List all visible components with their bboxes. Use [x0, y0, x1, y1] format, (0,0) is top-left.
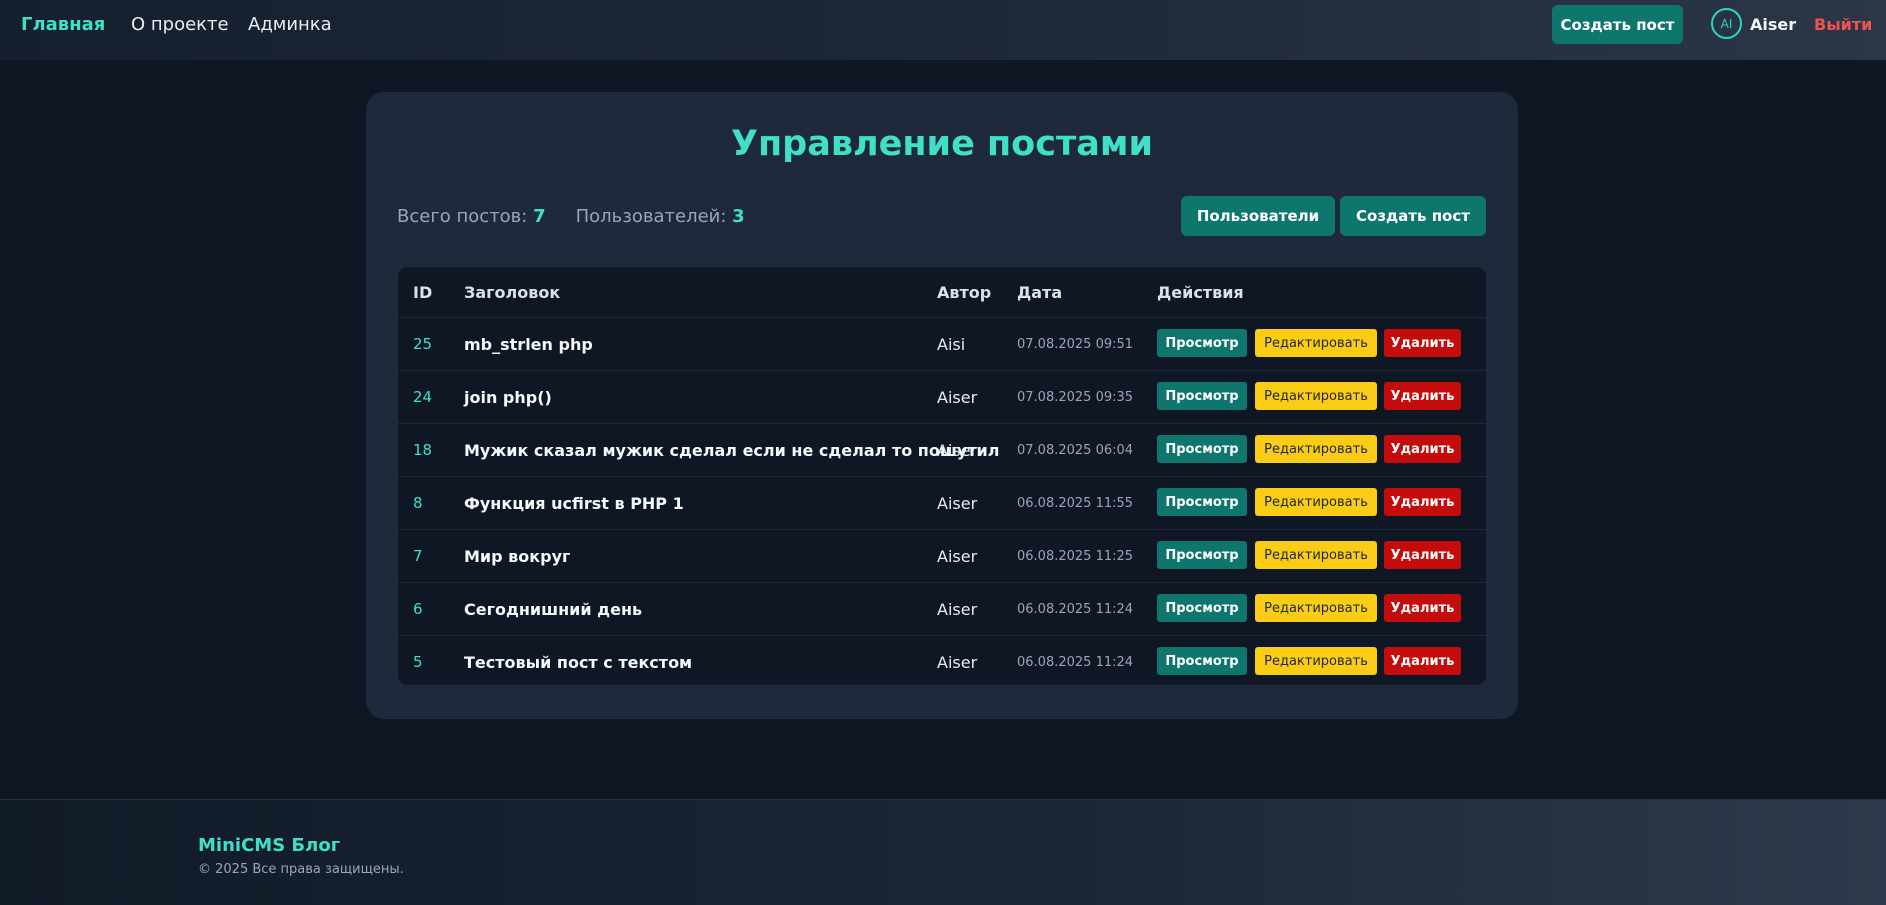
post-author: Aisi — [937, 335, 966, 354]
post-date: 06.08.2025 11:24 — [1017, 655, 1134, 670]
posts-management-card: Управление постами Всего постов: 7 Польз… — [366, 92, 1518, 719]
header-date: Дата — [1017, 283, 1063, 302]
username[interactable]: Aiser — [1750, 15, 1796, 34]
view-button[interactable]: Просмотр — [1157, 435, 1247, 463]
posts-count-label: Всего постов: — [397, 206, 528, 227]
post-title: mb_strlen php — [464, 335, 593, 354]
post-id: 6 — [413, 600, 423, 618]
post-title: Мир вокруг — [464, 547, 571, 566]
create-post-card-button[interactable]: Создать пост — [1340, 196, 1486, 236]
view-button[interactable]: Просмотр — [1157, 541, 1247, 569]
post-date: 07.08.2025 06:04 — [1017, 443, 1134, 458]
post-author: Aiser — [937, 600, 978, 619]
users-button[interactable]: Пользователи — [1181, 196, 1335, 236]
posts-table: ID Заголовок Автор Дата Действия 25 mb_s… — [398, 267, 1486, 685]
nav-link-about[interactable]: О проекте — [131, 14, 229, 35]
post-id: 24 — [413, 388, 433, 406]
avatar[interactable]: AI — [1711, 8, 1742, 39]
table-row: 8 Функция ucfirst в PHP 1 Aiser 06.08.20… — [398, 476, 1486, 529]
edit-button[interactable]: Редактировать — [1255, 647, 1377, 675]
users-count-value: 3 — [732, 206, 745, 227]
post-author: Aiser — [937, 653, 978, 672]
top-navbar: Главная О проекте Админка Создать пост A… — [0, 0, 1886, 60]
post-title: Сегоднишний день — [464, 600, 643, 619]
logout-link[interactable]: Выйти — [1814, 15, 1872, 34]
table-row: 6 Сегоднишний день Aiser 06.08.2025 11:2… — [398, 582, 1486, 635]
header-id: ID — [413, 283, 433, 302]
posts-count: Всего постов: 7 — [397, 206, 546, 227]
post-date: 06.08.2025 11:25 — [1017, 549, 1134, 564]
page-title: Управление постами — [731, 124, 1153, 164]
edit-button[interactable]: Редактировать — [1255, 594, 1377, 622]
view-button[interactable]: Просмотр — [1157, 382, 1247, 410]
edit-button[interactable]: Редактировать — [1255, 382, 1377, 410]
stats-bar: Всего постов: 7 Пользователей: 3 — [397, 206, 745, 227]
create-post-button[interactable]: Создать пост — [1552, 5, 1683, 44]
edit-button[interactable]: Редактировать — [1255, 541, 1377, 569]
post-title: Мужик сказал мужик сделал если не сделал… — [464, 441, 1000, 460]
edit-button[interactable]: Редактировать — [1255, 435, 1377, 463]
header-title: Заголовок — [464, 283, 561, 302]
delete-button[interactable]: Удалить — [1384, 435, 1461, 463]
post-id: 18 — [413, 441, 433, 459]
nav-link-home[interactable]: Главная — [21, 14, 105, 35]
nav-link-admin[interactable]: Админка — [248, 14, 332, 35]
view-button[interactable]: Просмотр — [1157, 329, 1247, 357]
delete-button[interactable]: Удалить — [1384, 647, 1461, 675]
posts-count-value: 7 — [533, 206, 546, 227]
table-row: 5 Тестовый пост с текстом Aiser 06.08.20… — [398, 635, 1486, 685]
table-row: 24 join php() Aiser 07.08.2025 09:35 Про… — [398, 370, 1486, 423]
table-row: 7 Мир вокруг Aiser 06.08.2025 11:25 Прос… — [398, 529, 1486, 582]
post-date: 07.08.2025 09:35 — [1017, 390, 1134, 405]
delete-button[interactable]: Удалить — [1384, 488, 1461, 516]
post-title: Функция ucfirst в PHP 1 — [464, 494, 684, 513]
delete-button[interactable]: Удалить — [1384, 541, 1461, 569]
view-button[interactable]: Просмотр — [1157, 647, 1247, 675]
post-date: 07.08.2025 09:51 — [1017, 337, 1134, 352]
table-row: 25 mb_strlen php Aisi 07.08.2025 09:51 П… — [398, 317, 1486, 370]
table-row: 18 Мужик сказал мужик сделал если не сде… — [398, 423, 1486, 476]
post-id: 8 — [413, 494, 423, 512]
post-author: Aiser — [937, 388, 978, 407]
post-date: 06.08.2025 11:55 — [1017, 496, 1134, 511]
delete-button[interactable]: Удалить — [1384, 329, 1461, 357]
users-count-label: Пользователей: — [575, 206, 727, 227]
delete-button[interactable]: Удалить — [1384, 382, 1461, 410]
post-date: 06.08.2025 11:24 — [1017, 602, 1134, 617]
post-title: Тестовый пост с текстом — [464, 653, 693, 672]
footer: MiniCMS Блог © 2025 Все права защищены. — [0, 799, 1886, 905]
footer-brand: MiniCMS Блог — [198, 835, 341, 856]
edit-button[interactable]: Редактировать — [1255, 329, 1377, 357]
view-button[interactable]: Просмотр — [1157, 594, 1247, 622]
footer-copyright: © 2025 Все права защищены. — [198, 862, 404, 877]
edit-button[interactable]: Редактировать — [1255, 488, 1377, 516]
delete-button[interactable]: Удалить — [1384, 594, 1461, 622]
post-id: 25 — [413, 335, 433, 353]
post-author: Aiser — [937, 547, 978, 566]
users-count: Пользователей: 3 — [576, 206, 745, 227]
view-button[interactable]: Просмотр — [1157, 488, 1247, 516]
table-header: ID Заголовок Автор Дата Действия — [398, 267, 1486, 317]
post-title: join php() — [464, 388, 552, 407]
header-author: Автор — [937, 283, 992, 302]
header-actions: Действия — [1157, 283, 1244, 302]
post-id: 7 — [413, 547, 423, 565]
post-id: 5 — [413, 653, 423, 671]
post-author: Aiser — [937, 441, 978, 460]
post-author: Aiser — [937, 494, 978, 513]
